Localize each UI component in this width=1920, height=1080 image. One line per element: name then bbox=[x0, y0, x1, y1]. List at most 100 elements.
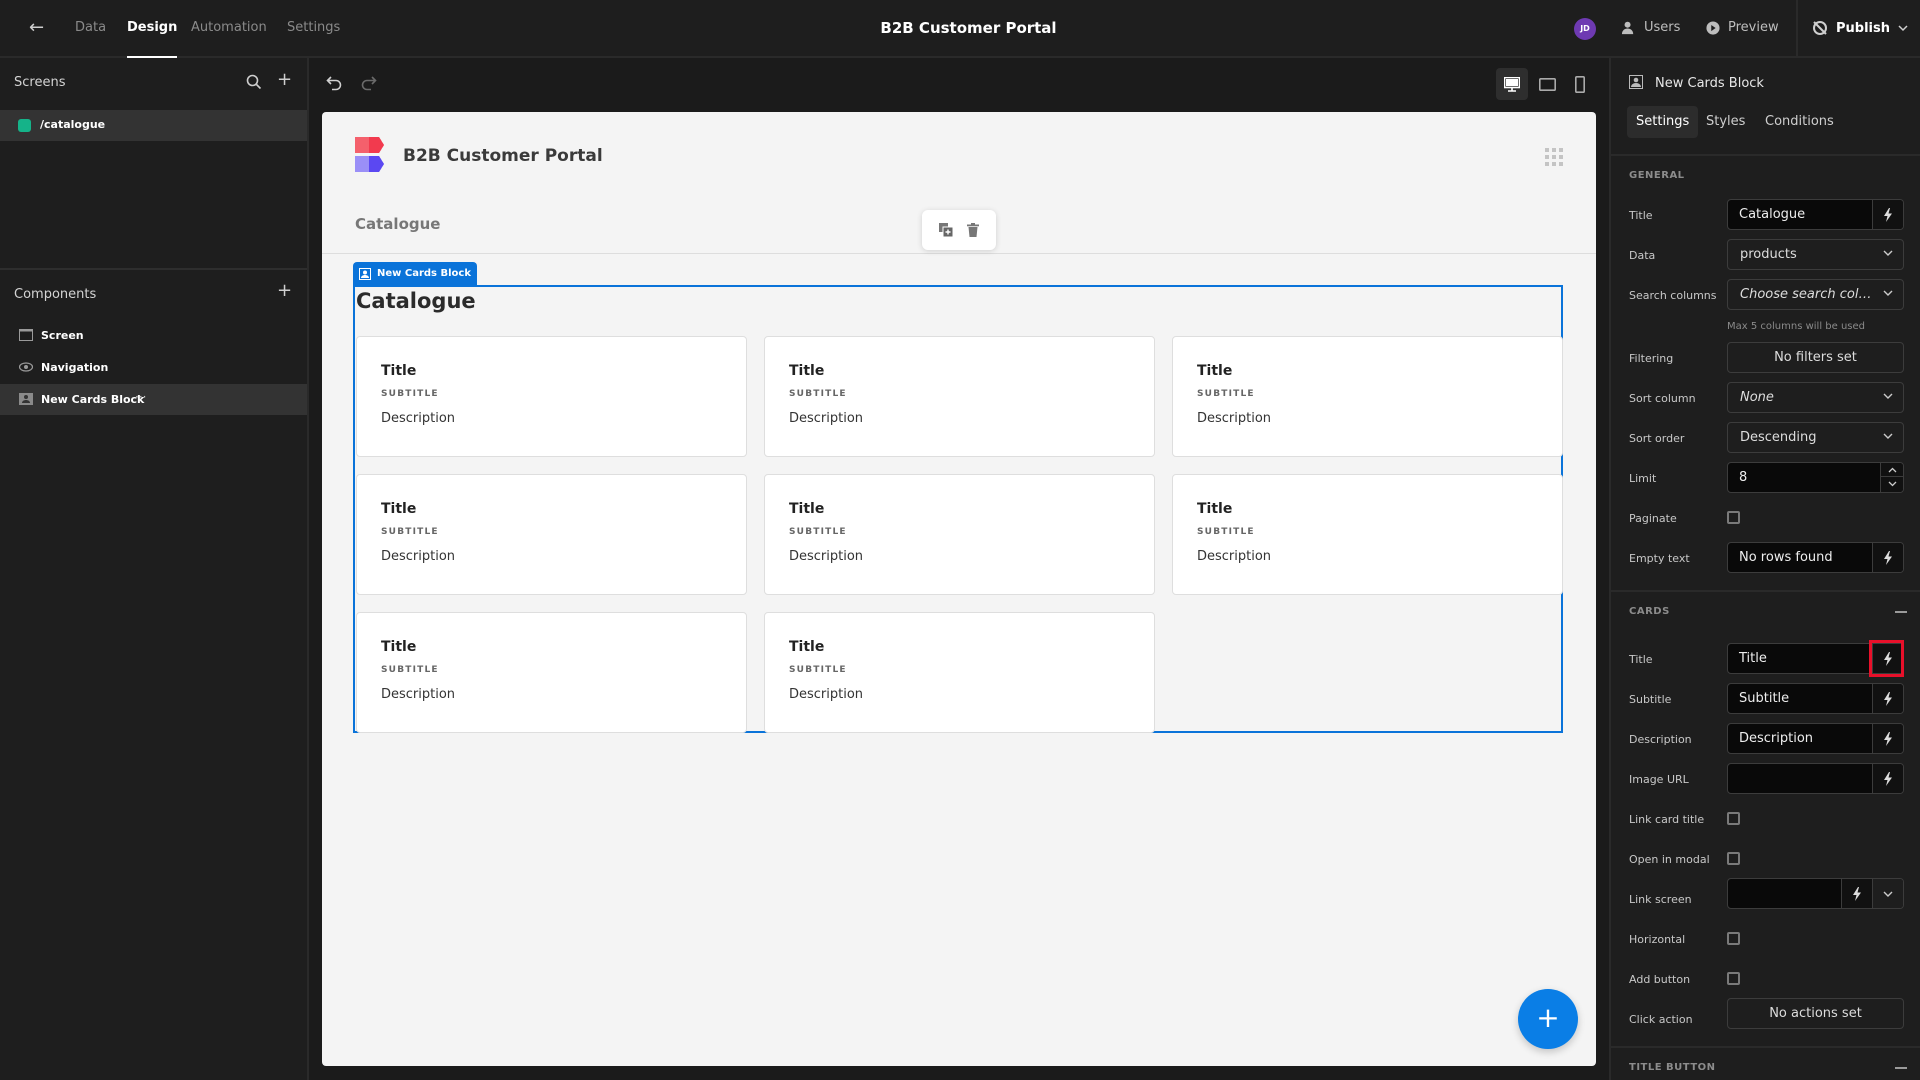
component-toolbar bbox=[922, 210, 996, 250]
card-description: Description bbox=[381, 411, 456, 426]
card[interactable]: Title SUBTITLE Description bbox=[1172, 474, 1563, 595]
cards-block-icon bbox=[359, 267, 371, 280]
mobile-view-button[interactable] bbox=[1564, 68, 1596, 100]
tablet-view-button[interactable] bbox=[1531, 68, 1563, 100]
selected-block-tag: New Cards Block bbox=[353, 262, 477, 285]
binding-bolt-icon[interactable] bbox=[1872, 543, 1903, 572]
chevron-down-icon[interactable] bbox=[1872, 879, 1903, 908]
card[interactable]: Title SUBTITLE Description bbox=[356, 474, 747, 595]
screen-icon bbox=[19, 329, 33, 341]
more-options-icon[interactable]: ··· bbox=[135, 390, 146, 404]
collapse-icon[interactable] bbox=[1895, 611, 1907, 613]
limit-input[interactable]: 8 bbox=[1727, 462, 1904, 493]
settings-panel: New Cards Block Settings Styles Conditio… bbox=[1609, 58, 1920, 1080]
avatar[interactable]: JD bbox=[1574, 18, 1596, 40]
limit-value: 8 bbox=[1739, 470, 1748, 485]
card-subtitle: SUBTITLE bbox=[381, 665, 439, 675]
preview-button[interactable]: Preview bbox=[1706, 20, 1779, 35]
search-columns-select[interactable]: Choose search colu… bbox=[1727, 279, 1904, 310]
chevron-down-icon bbox=[1883, 290, 1893, 296]
screen-color-dot bbox=[18, 119, 31, 132]
empty-text-input[interactable]: No rows found bbox=[1727, 542, 1904, 573]
binding-bolt-icon[interactable] bbox=[1872, 724, 1903, 753]
card-subtitle-input[interactable]: Subtitle bbox=[1727, 683, 1904, 714]
card[interactable]: Title SUBTITLE Description bbox=[764, 474, 1155, 595]
image-url-label: Image URL bbox=[1629, 773, 1689, 786]
binding-bolt-icon[interactable] bbox=[1841, 879, 1872, 908]
tab-conditions[interactable]: Conditions bbox=[1756, 106, 1843, 138]
card[interactable]: Title SUBTITLE Description bbox=[356, 336, 747, 457]
tab-styles[interactable]: Styles bbox=[1697, 106, 1754, 138]
drag-handle-icon[interactable] bbox=[1545, 148, 1563, 166]
open-in-modal-checkbox[interactable] bbox=[1727, 852, 1740, 865]
users-button[interactable]: Users bbox=[1621, 20, 1680, 35]
card-title: Title bbox=[381, 639, 417, 655]
add-component-fab[interactable]: + bbox=[1518, 989, 1578, 1049]
undo-icon[interactable] bbox=[326, 75, 343, 91]
click-action-label: Click action bbox=[1629, 1013, 1693, 1026]
nav-link-catalogue[interactable]: Catalogue bbox=[355, 215, 440, 233]
increment-icon[interactable] bbox=[1881, 463, 1903, 477]
link-card-title-checkbox[interactable] bbox=[1727, 812, 1740, 825]
decrement-icon[interactable] bbox=[1881, 477, 1903, 491]
card-description-input[interactable]: Description bbox=[1727, 723, 1904, 754]
card[interactable]: Title SUBTITLE Description bbox=[764, 336, 1155, 457]
card-title: Title bbox=[381, 501, 417, 517]
card-subtitle: SUBTITLE bbox=[381, 389, 439, 399]
card-title: Title bbox=[381, 363, 417, 379]
data-select[interactable]: products bbox=[1727, 239, 1904, 270]
click-action-button[interactable]: No actions set bbox=[1727, 998, 1904, 1029]
cards-section-heading: CARDS bbox=[1629, 606, 1670, 617]
tab-settings[interactable]: Settings bbox=[1627, 106, 1699, 138]
limit-stepper[interactable] bbox=[1880, 463, 1903, 492]
sort-column-select[interactable]: None bbox=[1727, 382, 1904, 413]
title-input[interactable]: Catalogue bbox=[1727, 199, 1904, 230]
binding-bolt-icon[interactable] bbox=[1872, 684, 1903, 713]
paginate-checkbox[interactable] bbox=[1727, 511, 1740, 524]
redo-icon[interactable] bbox=[360, 75, 377, 91]
nav-divider bbox=[322, 253, 1596, 254]
desktop-view-button[interactable] bbox=[1496, 68, 1528, 100]
add-screen-icon[interactable]: + bbox=[277, 69, 292, 90]
screen-item-catalogue[interactable]: /catalogue bbox=[0, 110, 307, 141]
screen-route: /catalogue bbox=[40, 118, 106, 131]
chevron-down-icon[interactable] bbox=[1898, 24, 1908, 32]
divider bbox=[1611, 590, 1920, 592]
desktop-icon bbox=[1504, 76, 1520, 92]
card-title: Title bbox=[789, 501, 825, 517]
card-title-label: Title bbox=[1629, 653, 1653, 666]
cards-block-icon bbox=[1629, 75, 1643, 89]
block-tag-label: New Cards Block bbox=[377, 268, 471, 279]
search-icon[interactable] bbox=[246, 74, 262, 90]
filtering-button[interactable]: No filters set bbox=[1727, 342, 1904, 373]
card[interactable]: Title SUBTITLE Description bbox=[1172, 336, 1563, 457]
publish-label: Publish bbox=[1836, 20, 1890, 36]
publish-button[interactable]: Publish bbox=[1812, 20, 1908, 36]
sort-order-select[interactable]: Descending bbox=[1727, 422, 1904, 453]
component-item-screen[interactable]: Screen bbox=[0, 320, 307, 351]
duplicate-icon[interactable] bbox=[939, 223, 953, 237]
divider bbox=[1796, 0, 1798, 58]
cards-block[interactable]: Catalogue Title SUBTITLE Description Title S… bbox=[353, 285, 1563, 733]
image-url-input[interactable] bbox=[1727, 763, 1904, 794]
add-button-checkbox[interactable] bbox=[1727, 972, 1740, 985]
publish-off-icon bbox=[1813, 21, 1827, 35]
card[interactable]: Title SUBTITLE Description bbox=[356, 612, 747, 733]
link-screen-input[interactable] bbox=[1727, 878, 1904, 909]
component-item-new-cards-block[interactable]: New Cards Block ··· bbox=[0, 384, 307, 415]
limit-label: Limit bbox=[1629, 472, 1657, 485]
users-label: Users bbox=[1644, 20, 1681, 35]
horizontal-checkbox[interactable] bbox=[1727, 932, 1740, 945]
delete-icon[interactable] bbox=[967, 223, 979, 237]
card[interactable]: Title SUBTITLE Description bbox=[764, 612, 1155, 733]
component-item-navigation[interactable]: Navigation bbox=[0, 352, 307, 383]
binding-bolt-icon[interactable] bbox=[1872, 764, 1903, 793]
add-component-icon[interactable]: + bbox=[277, 280, 292, 301]
collapse-icon[interactable] bbox=[1895, 1067, 1907, 1069]
card-description: Description bbox=[381, 549, 456, 564]
binding-bolt-icon[interactable] bbox=[1872, 200, 1903, 229]
link-card-title-label: Link card title bbox=[1629, 813, 1705, 826]
sort-order-value: Descending bbox=[1740, 430, 1817, 445]
top-bar: ← Data Design Automation Settings B2B Cu… bbox=[0, 0, 1920, 58]
components-heading: Components bbox=[14, 287, 97, 302]
